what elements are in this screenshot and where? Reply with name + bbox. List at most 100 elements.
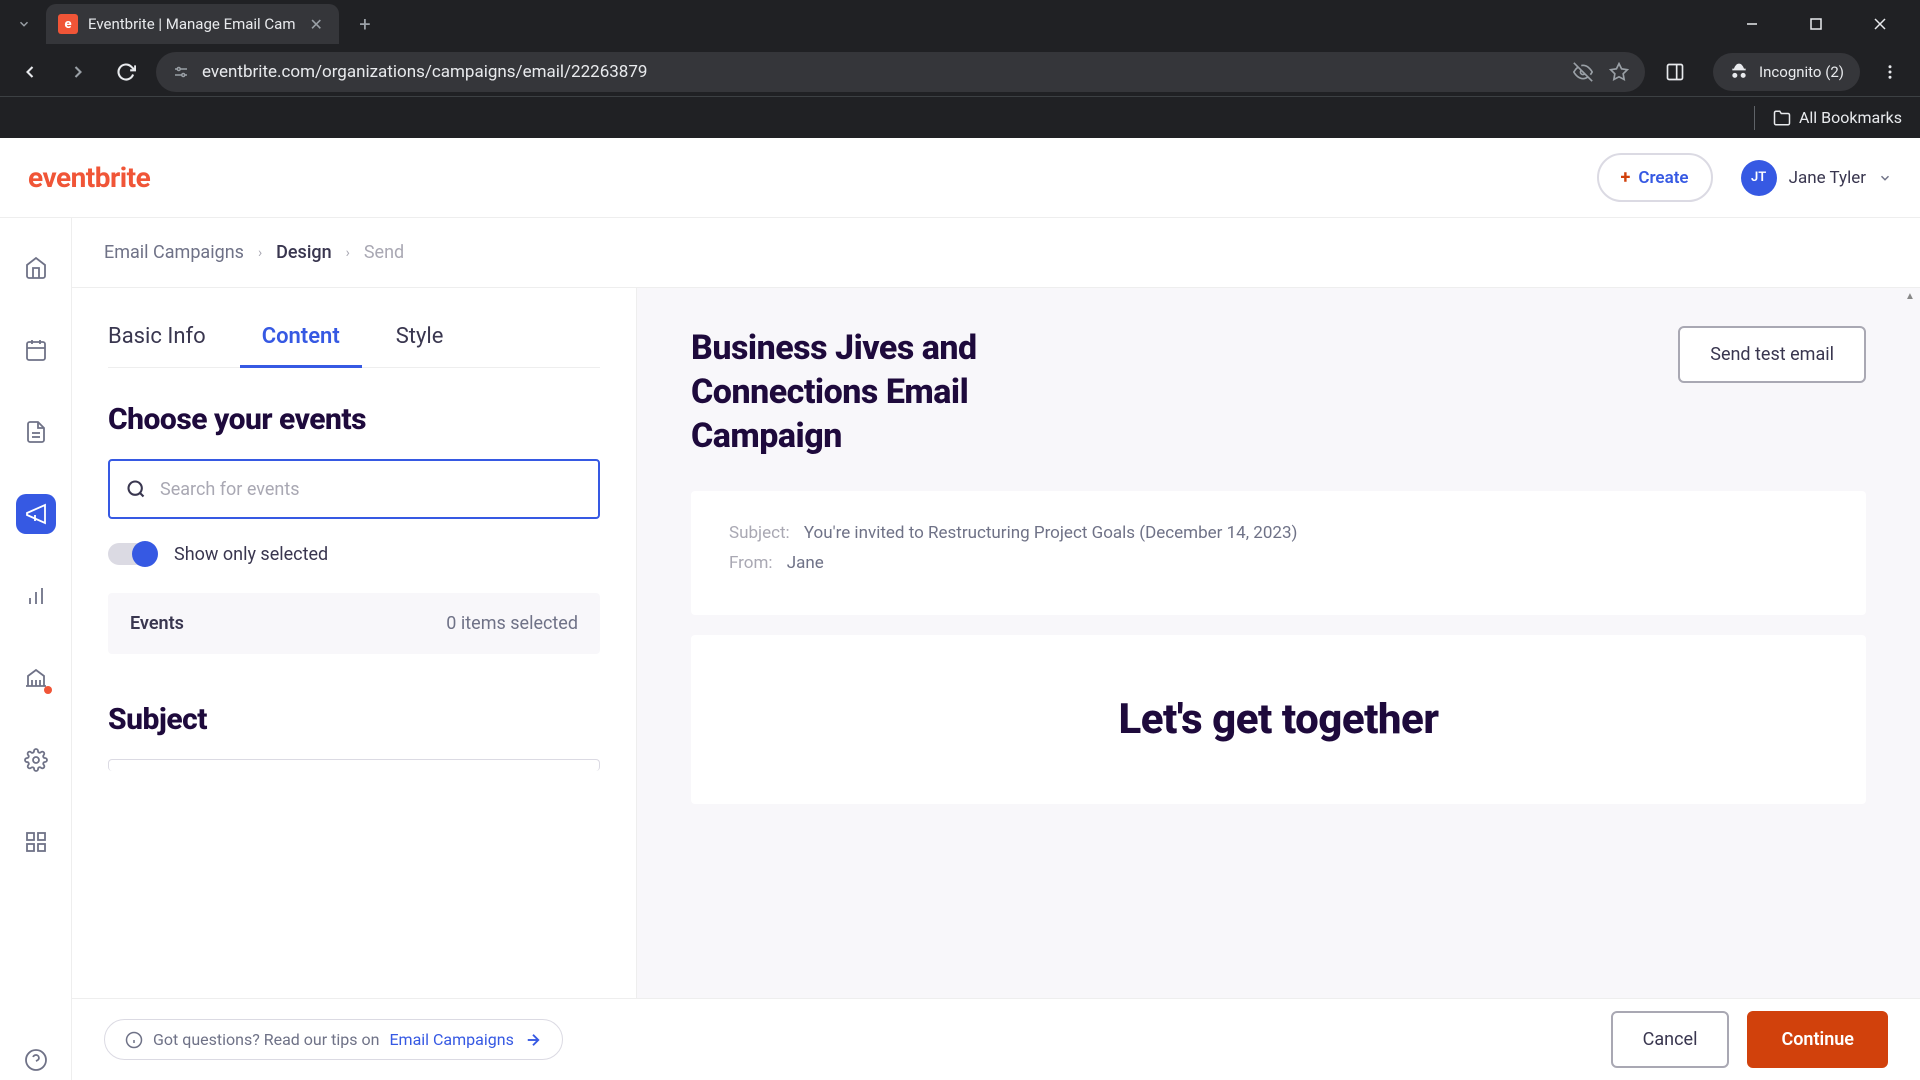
nav-reports[interactable] <box>16 576 56 616</box>
incognito-icon <box>1729 62 1749 82</box>
breadcrumb: Email Campaigns › Design › Send <box>104 242 1888 263</box>
events-label: Events <box>130 613 184 634</box>
nav-finance[interactable] <box>16 658 56 698</box>
continue-button[interactable]: Continue <box>1747 1011 1888 1068</box>
email-meta-card: Subject: You're invited to Restructuring… <box>691 491 1866 615</box>
toggle-knob <box>132 541 158 567</box>
nav-apps[interactable] <box>16 822 56 862</box>
window-controls <box>1732 8 1912 40</box>
subject-input-partial[interactable] <box>108 759 600 771</box>
address-bar[interactable]: eventbrite.com/organizations/campaigns/e… <box>156 52 1645 92</box>
editor-panel: Basic Info Content Style Choose your eve… <box>72 288 637 1080</box>
event-search-box[interactable] <box>108 459 600 519</box>
nav-marketing[interactable] <box>16 494 56 534</box>
eye-off-icon[interactable] <box>1573 62 1593 82</box>
crumb-email-campaigns[interactable]: Email Campaigns <box>104 242 244 263</box>
nav-settings[interactable] <box>16 740 56 780</box>
avatar: JT <box>1741 160 1777 196</box>
breadcrumb-bar: Email Campaigns › Design › Send <box>72 218 1920 288</box>
nav-bar: eventbrite.com/organizations/campaigns/e… <box>0 48 1920 96</box>
browser-chrome: e Eventbrite | Manage Email Cam ✕ + even… <box>0 0 1920 138</box>
nav-orders[interactable] <box>16 412 56 452</box>
reload-button[interactable] <box>108 54 144 90</box>
new-tab-button[interactable]: + <box>349 8 381 40</box>
notification-dot-icon <box>44 686 52 694</box>
email-body-preview: Let's get together <box>691 635 1866 804</box>
events-summary-bar: Events 0 items selected <box>108 593 600 654</box>
user-menu[interactable]: JT Jane Tyler <box>1741 160 1892 196</box>
editor-tabs: Basic Info Content Style <box>108 316 600 368</box>
folder-icon <box>1773 109 1791 127</box>
header-actions: + Create JT Jane Tyler <box>1597 153 1892 202</box>
browser-tab[interactable]: e Eventbrite | Manage Email Cam ✕ <box>46 4 339 44</box>
scroll-up-icon[interactable]: ▲ <box>1902 288 1918 304</box>
app-header: eventbrite + Create JT Jane Tyler <box>0 138 1920 218</box>
arrow-right-icon <box>524 1031 542 1049</box>
footer-actions: Cancel Continue <box>1611 1011 1888 1068</box>
search-icon <box>126 479 146 499</box>
chevron-down-icon <box>1878 171 1892 185</box>
all-bookmarks-button[interactable]: All Bookmarks <box>1773 108 1902 127</box>
incognito-label: Incognito (2) <box>1759 63 1844 81</box>
subject-heading: Subject <box>108 702 600 737</box>
site-settings-icon[interactable] <box>172 63 190 81</box>
nav-home[interactable] <box>16 248 56 288</box>
tab-style[interactable]: Style <box>396 316 444 367</box>
tip-link[interactable]: Email Campaigns <box>389 1030 513 1049</box>
show-selected-toggle[interactable] <box>108 543 156 565</box>
subject-label: Subject: <box>729 523 790 543</box>
tab-close-button[interactable]: ✕ <box>306 13 327 36</box>
campaign-title: Business Jives and Connections Email Cam… <box>691 326 1111 459</box>
eventbrite-logo[interactable]: eventbrite <box>28 161 150 194</box>
crumb-send: Send <box>364 242 404 263</box>
tab-strip: e Eventbrite | Manage Email Cam ✕ + <box>0 0 1920 48</box>
nav-help[interactable] <box>16 1040 56 1080</box>
scrollbar[interactable]: ▲ <box>1902 288 1918 1080</box>
choose-events-heading: Choose your events <box>108 402 600 437</box>
send-test-email-button[interactable]: Send test email <box>1678 326 1866 383</box>
subject-row: Subject: You're invited to Restructuring… <box>729 523 1828 543</box>
create-button[interactable]: + Create <box>1597 153 1713 202</box>
forward-button[interactable] <box>60 54 96 90</box>
user-name: Jane Tyler <box>1789 168 1866 188</box>
back-button[interactable] <box>12 54 48 90</box>
items-selected-count: 0 items selected <box>446 613 578 634</box>
preview-header: Business Jives and Connections Email Cam… <box>691 326 1866 459</box>
from-value: Jane <box>787 553 824 573</box>
minimize-button[interactable] <box>1732 8 1772 40</box>
close-window-button[interactable] <box>1860 8 1900 40</box>
plus-icon: + <box>1621 167 1631 188</box>
tab-content[interactable]: Content <box>262 316 340 367</box>
browser-menu-button[interactable] <box>1872 54 1908 90</box>
show-selected-row: Show only selected <box>108 543 600 565</box>
side-panel-button[interactable] <box>1657 54 1693 90</box>
email-headline: Let's get together <box>731 695 1826 744</box>
preview-panel: ▲ Business Jives and Connections Email C… <box>637 288 1920 1080</box>
separator <box>1754 106 1755 130</box>
tab-search-dropdown[interactable] <box>8 8 40 40</box>
cancel-button[interactable]: Cancel <box>1611 1011 1730 1068</box>
from-label: From: <box>729 553 773 573</box>
tab-basic-info[interactable]: Basic Info <box>108 316 206 367</box>
chevron-right-icon: › <box>258 245 262 261</box>
workspace: Basic Info Content Style Choose your eve… <box>72 288 1920 1080</box>
main-content: Email Campaigns › Design › Send Basic In… <box>72 218 1920 1080</box>
tab-title: Eventbrite | Manage Email Cam <box>88 15 296 33</box>
info-icon <box>125 1031 143 1049</box>
incognito-indicator[interactable]: Incognito (2) <box>1713 53 1860 91</box>
crumb-design[interactable]: Design <box>276 242 331 263</box>
from-row: From: Jane <box>729 553 1828 573</box>
url-text: eventbrite.com/organizations/campaigns/e… <box>202 62 1561 82</box>
maximize-button[interactable] <box>1796 8 1836 40</box>
show-selected-label: Show only selected <box>174 544 328 565</box>
nav-events[interactable] <box>16 330 56 370</box>
event-search-input[interactable] <box>160 479 582 500</box>
tab-favicon: e <box>58 14 78 34</box>
all-bookmarks-label: All Bookmarks <box>1799 108 1902 127</box>
tip-text: Got questions? Read our tips on <box>153 1030 379 1049</box>
app-body: Email Campaigns › Design › Send Basic In… <box>0 218 1920 1080</box>
bookmark-star-icon[interactable] <box>1609 62 1629 82</box>
help-tip-chip[interactable]: Got questions? Read our tips on Email Ca… <box>104 1019 563 1060</box>
app-viewport: eventbrite + Create JT Jane Tyler <box>0 138 1920 1080</box>
chevron-right-icon: › <box>346 245 350 261</box>
